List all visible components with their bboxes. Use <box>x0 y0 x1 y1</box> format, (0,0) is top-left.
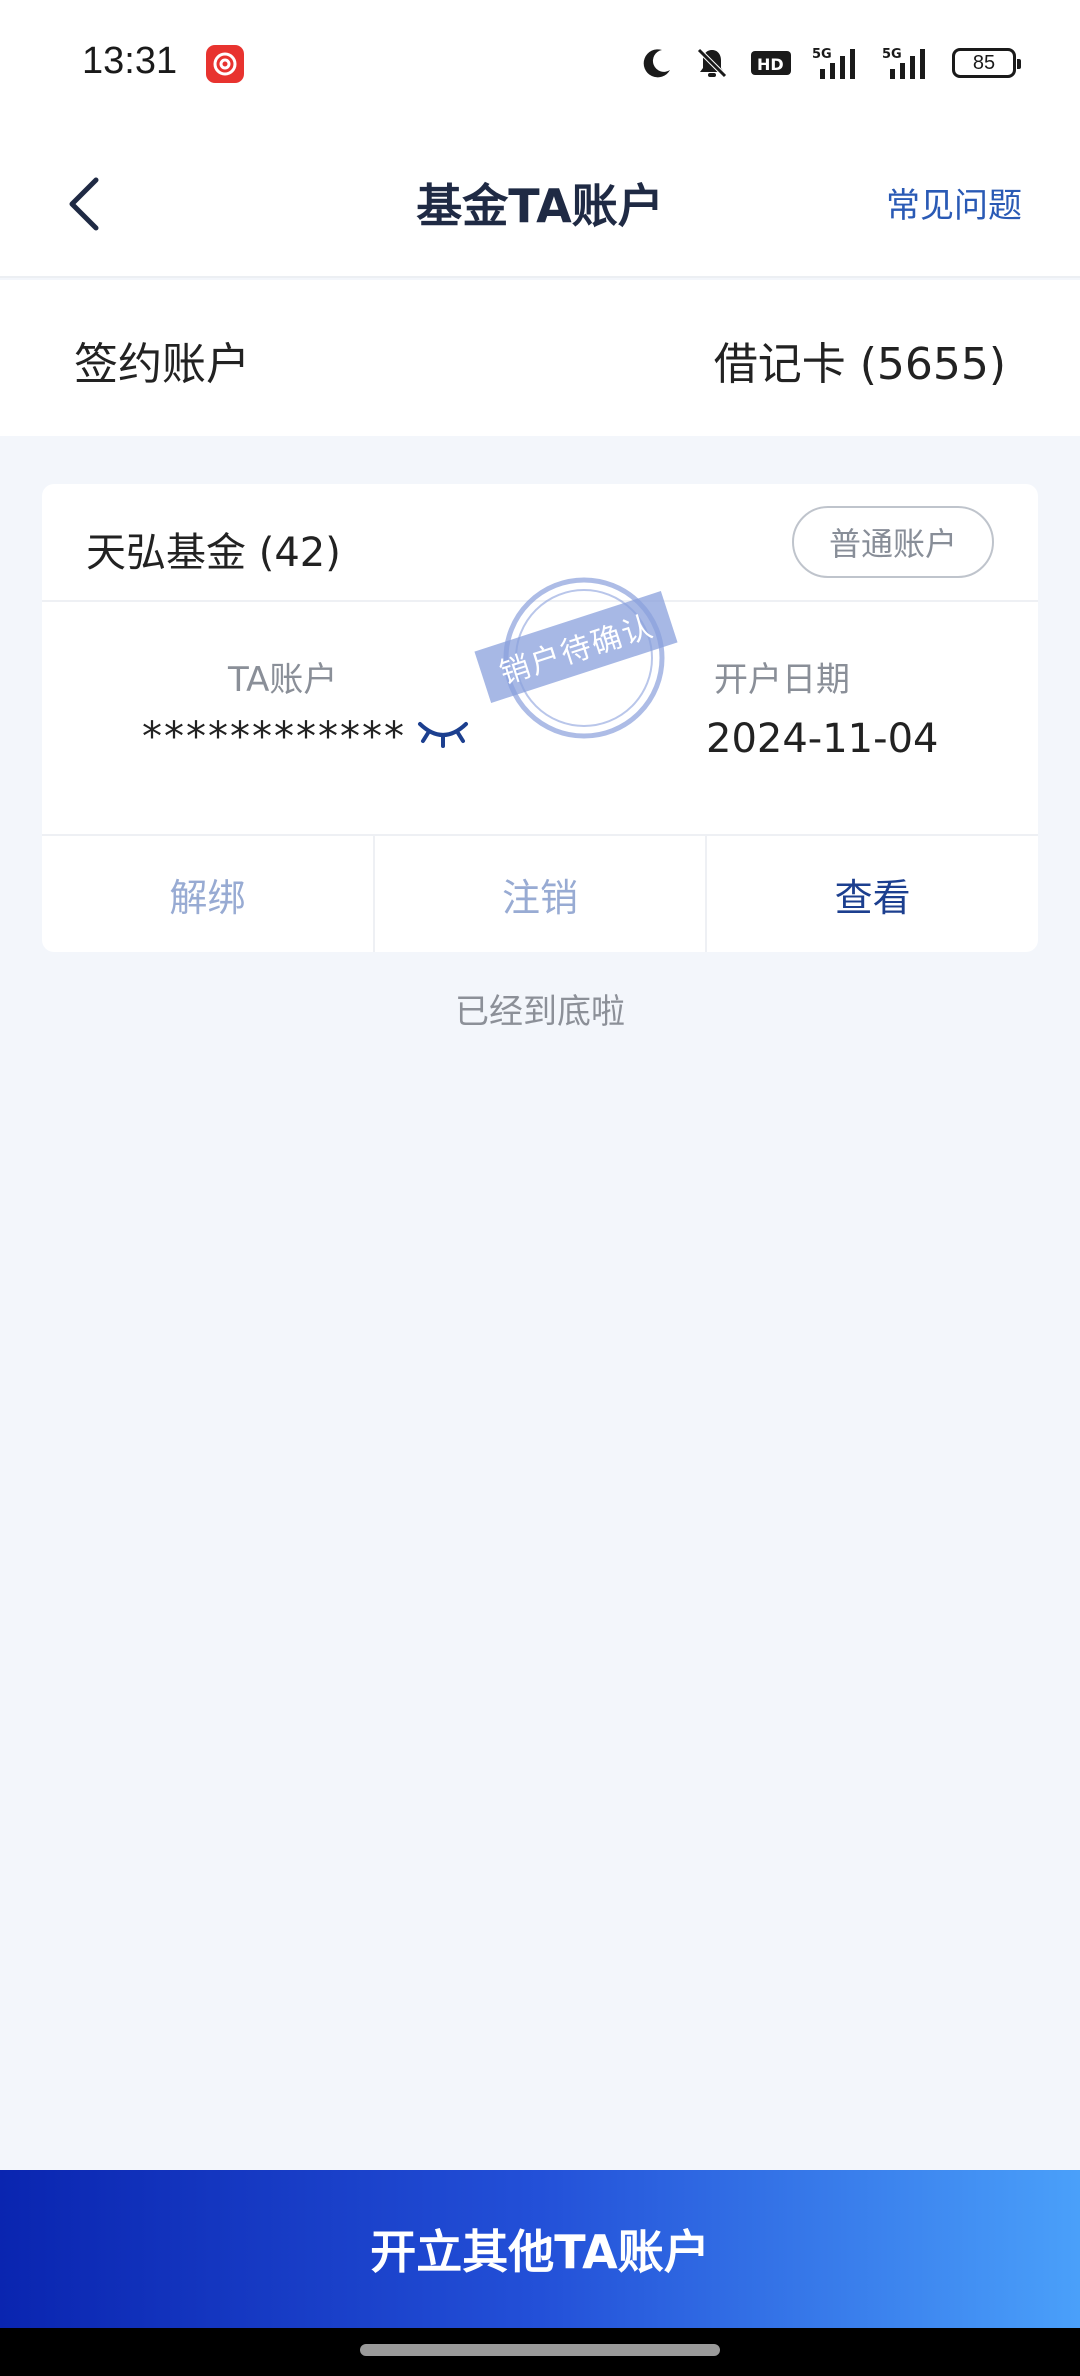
signal-5g-icon: 5G <box>812 47 855 79</box>
svg-text:HD: HD <box>757 55 784 74</box>
ta-account-value-row: ************ <box>142 714 470 760</box>
system-nav-bar <box>0 2328 1080 2376</box>
cancel-account-button[interactable]: 注销 <box>372 836 706 952</box>
unbind-button[interactable]: 解绑 <box>42 836 373 952</box>
account-type-badge: 普通账户 <box>792 506 994 578</box>
netease-music-icon <box>206 45 244 83</box>
battery-icon: 85 <box>952 48 1021 78</box>
nav-bar: 基金TA账户 常见问题 <box>0 130 1080 278</box>
battery-level: 85 <box>972 51 996 74</box>
sign-account-label: 签约账户 <box>74 339 250 390</box>
faq-link[interactable]: 常见问题 <box>886 178 1022 227</box>
status-icons: HD 5G 5G 85 <box>640 40 1021 86</box>
open-date-value: 2024-11-04 <box>706 716 939 762</box>
pending-close-stamp: 销户待确认 <box>474 558 684 758</box>
ta-account-label: TA账户 <box>228 660 338 700</box>
hd-icon: HD <box>751 51 791 75</box>
eye-closed-icon[interactable] <box>416 714 470 760</box>
moon-icon <box>643 49 670 78</box>
ta-account-card: 天弘基金 (42) 普通账户 TA账户 ************ 开户日期 20… <box>42 484 1038 952</box>
open-other-ta-account-button[interactable]: 开立其他TA账户 <box>0 2170 1080 2328</box>
status-bar: 13:31 HD 5G 5G 85 <box>0 0 1080 130</box>
open-date-label: 开户日期 <box>714 660 850 700</box>
status-time: 13:31 <box>82 40 178 82</box>
fund-name: 天弘基金 (42) <box>86 530 341 576</box>
bell-off-icon <box>697 48 727 78</box>
svg-text:5G: 5G <box>882 47 902 62</box>
home-indicator[interactable] <box>360 2344 720 2356</box>
sign-account-value: 借记卡 (5655) <box>713 339 1006 390</box>
signal-5g-icon: 5G <box>882 47 925 79</box>
ta-account-value: ************ <box>142 714 406 760</box>
sign-account-row: 签约账户 借记卡 (5655) <box>0 280 1080 436</box>
page: 13:31 HD 5G 5G 85 基金TA账户 常见问题 签约账户 借记卡 (… <box>0 0 1080 2376</box>
svg-text:5G: 5G <box>812 47 832 62</box>
card-actions: 解绑 注销 查看 <box>42 834 1038 952</box>
view-button[interactable]: 查看 <box>705 836 1038 952</box>
card-body: TA账户 ************ 开户日期 2024-11-04 销户待确认 <box>42 577 1038 834</box>
end-of-list-text: 已经到底啦 <box>455 992 625 1032</box>
